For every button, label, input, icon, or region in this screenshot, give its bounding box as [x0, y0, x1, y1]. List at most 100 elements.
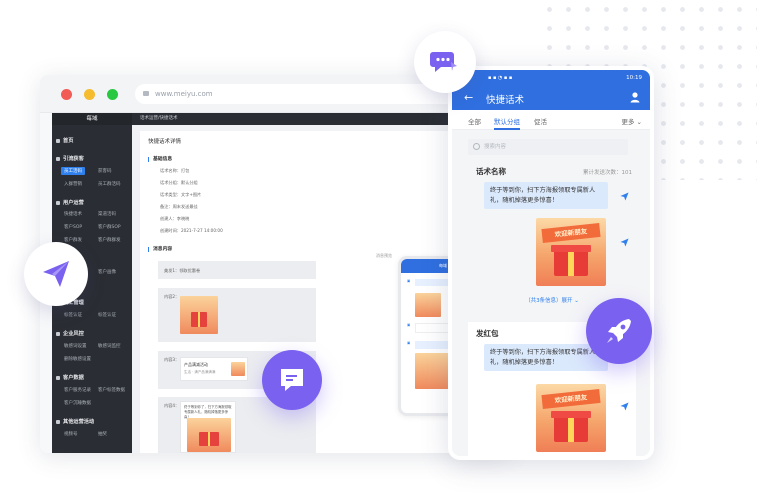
url-text: www.meiyu.com	[155, 90, 213, 98]
script-group-1-title: 话术名称	[476, 167, 506, 176]
sidebar-item-tag-auth-2[interactable]: 标签认证	[98, 312, 116, 318]
section-message-content: 消息内容	[148, 247, 172, 252]
sidebar-section-risk[interactable]: 企业风控	[56, 330, 84, 337]
message-1-text: 美发1：领取优惠卷	[164, 268, 201, 273]
link-card-title: 产品满减活动	[184, 362, 208, 367]
script-1-poster[interactable]: 欢迎新朋友	[536, 218, 606, 286]
gift-box-graphic	[551, 411, 591, 442]
user-icon[interactable]	[629, 91, 641, 103]
mobile-phone: ▪ ▪ ◔ ▪ ▪ 10:19 ← 快捷话术 全部 默认分组 促活 更多 ⌄ 搜…	[448, 66, 654, 460]
chat-float-badge	[414, 31, 476, 93]
link-card-subtitle: 生活 · 满产品满满满	[184, 370, 216, 374]
status-time: 10:19	[626, 75, 642, 81]
preview-row-3: ▣	[407, 341, 411, 345]
sidebar-item-sensitive-words[interactable]: 敏感词设置	[64, 343, 87, 349]
script-group-1-send-count: 累计发送次数：101	[583, 170, 632, 176]
section-basic-info: 基础信息	[148, 157, 172, 162]
close-window-button[interactable]	[61, 89, 72, 100]
mini-program-card: 终于等到你了，扫下方海报领取专属新人礼，随机掉落更多惊喜！	[180, 401, 236, 453]
message-float-badge	[262, 350, 322, 410]
field-remark: 备注：周末发送最佳	[160, 204, 198, 209]
link-card: 产品满减活动 生活 · 满产品满满满	[180, 357, 248, 381]
rocket-float-badge	[586, 298, 652, 364]
field-name: 话术名称：打包	[160, 168, 190, 173]
search-icon	[473, 143, 480, 150]
sidebar-section-home[interactable]: 首页	[56, 137, 73, 144]
sidebar-item-customer-profile[interactable]: 客户画像	[98, 269, 116, 275]
send-icon[interactable]	[620, 192, 629, 201]
sidebar-item-group-marketing[interactable]: 入群营销	[64, 181, 82, 187]
sidebar-section-acquire[interactable]: 引流获客	[56, 155, 84, 162]
sidebar-item-group-code[interactable]: 员工群活码	[98, 181, 121, 187]
sidebar-item-acquire-code[interactable]: 获客码	[98, 168, 112, 174]
sidebar-item-lottery[interactable]: 抽奖	[98, 431, 107, 437]
field-created-time: 创建时间：2021-7-27 14:00:00	[160, 228, 223, 233]
paper-plane-icon	[43, 261, 69, 287]
phone-title: 快捷话术	[486, 95, 525, 106]
sidebar-item-staff-code[interactable]: 员工活码	[61, 167, 85, 175]
sidebar-item-service-record[interactable]: 客户服务记录	[64, 387, 91, 393]
gift-box-graphic	[551, 245, 591, 276]
link-card-thumbnail	[231, 362, 245, 376]
preview-row-1: ▣	[407, 279, 411, 283]
brand-name: 每域	[52, 113, 132, 125]
message-square-icon	[281, 369, 303, 391]
send-icon[interactable]	[620, 402, 629, 411]
message-3-label: 内容3：	[164, 357, 180, 362]
script-2-text-bubble[interactable]: 终于等到你，扫下方海报领取专属新人礼，随机掉落更多惊喜！	[484, 344, 608, 371]
page-title: 快捷话术详情	[148, 139, 182, 145]
preview-label: 消息预览	[376, 253, 392, 258]
sidebar-item-channel-code[interactable]: 渠道活码	[98, 211, 116, 217]
sidebar-item-group-sop[interactable]: 客户群SOP	[98, 224, 121, 230]
chat-bubbles-icon	[430, 52, 457, 72]
script-list: 搜索内容 话术名称 累计发送次数：101 终于等到你，扫下方海报领取专属新人礼，…	[452, 130, 650, 456]
poster-banner: 欢迎新朋友	[541, 389, 601, 409]
lock-icon	[143, 91, 149, 96]
preview-poster	[415, 293, 441, 317]
poster-banner: 欢迎新朋友	[541, 223, 601, 243]
search-placeholder: 搜索内容	[484, 144, 507, 150]
sidebar-item-dormant-data[interactable]: 客户沉睡数据	[64, 400, 91, 406]
sidebar-item-group-mass-send[interactable]: 客户群群发	[98, 237, 121, 243]
sidebar-item-customer-sop[interactable]: 客户SOP	[64, 224, 82, 230]
mini-program-thumbnail	[187, 418, 231, 452]
field-group: 话术分组：默认分组	[160, 180, 198, 185]
script-1-text-bubble[interactable]: 终于等到你，扫下方海报领取专属新人礼，随机掉落更多惊喜！	[484, 182, 608, 209]
message-4-label: 内容4：	[164, 403, 180, 408]
script-2-poster[interactable]: 欢迎新朋友	[536, 384, 606, 452]
group-tabs: 全部 默认分组 促活 更多 ⌄	[452, 110, 650, 130]
status-icons: ▪ ▪ ◔ ▪ ▪	[488, 75, 513, 81]
field-type: 话术类型：文字+图片	[160, 192, 202, 197]
preview-row-2: ▣	[407, 323, 411, 327]
sidebar-section-other[interactable]: 其他运营活动	[56, 418, 94, 425]
message-block-2: 内容2：	[158, 288, 316, 342]
sidebar-section-customer-data[interactable]: 客户数据	[56, 374, 84, 381]
message-2-label: 内容2：	[164, 294, 180, 299]
tab-all[interactable]: 全部	[468, 116, 481, 126]
tab-default-group[interactable]: 默认分组	[494, 116, 520, 126]
status-bar: ▪ ▪ ◔ ▪ ▪ 10:19	[452, 70, 650, 86]
sidebar-item-video[interactable]: 视频号	[64, 431, 78, 437]
back-arrow-icon[interactable]: ←	[464, 91, 473, 104]
tab-more-dropdown[interactable]: 更多 ⌄	[621, 116, 642, 126]
message-block-1: 美发1：领取优惠卷	[158, 261, 316, 279]
poster-thumbnail	[180, 296, 218, 334]
preview-poster-2	[415, 353, 449, 389]
rocket-icon	[607, 319, 631, 343]
maximize-window-button[interactable]	[107, 89, 118, 100]
sidebar-item-tag-auth[interactable]: 标签认证	[64, 312, 82, 318]
address-bar[interactable]: www.meiyu.com	[135, 84, 465, 104]
search-input[interactable]: 搜索内容	[468, 139, 628, 155]
sidebar-section-user-ops[interactable]: 用户运营	[56, 199, 84, 206]
minimize-window-button[interactable]	[84, 89, 95, 100]
field-creator: 创建人：李晓晓	[160, 216, 190, 221]
tab-promo[interactable]: 促活	[534, 116, 547, 126]
send-float-badge	[24, 242, 88, 306]
send-icon[interactable]	[620, 238, 629, 247]
sidebar-item-quick-script[interactable]: 快捷话术	[64, 211, 82, 217]
sidebar-item-mass-send[interactable]: 客户群发	[64, 237, 82, 243]
sidebar-item-sensitive-monitor[interactable]: 敏感词监控	[98, 343, 121, 349]
sidebar-item-delete-sensitive[interactable]: 删除敏感设置	[64, 356, 91, 362]
hero-illustration: www.meiyu.com 每域 首页 引流获客 员工活码 获客码 入群营销 员…	[0, 0, 757, 498]
sidebar-item-tag-data[interactable]: 客户标签数据	[98, 387, 125, 393]
